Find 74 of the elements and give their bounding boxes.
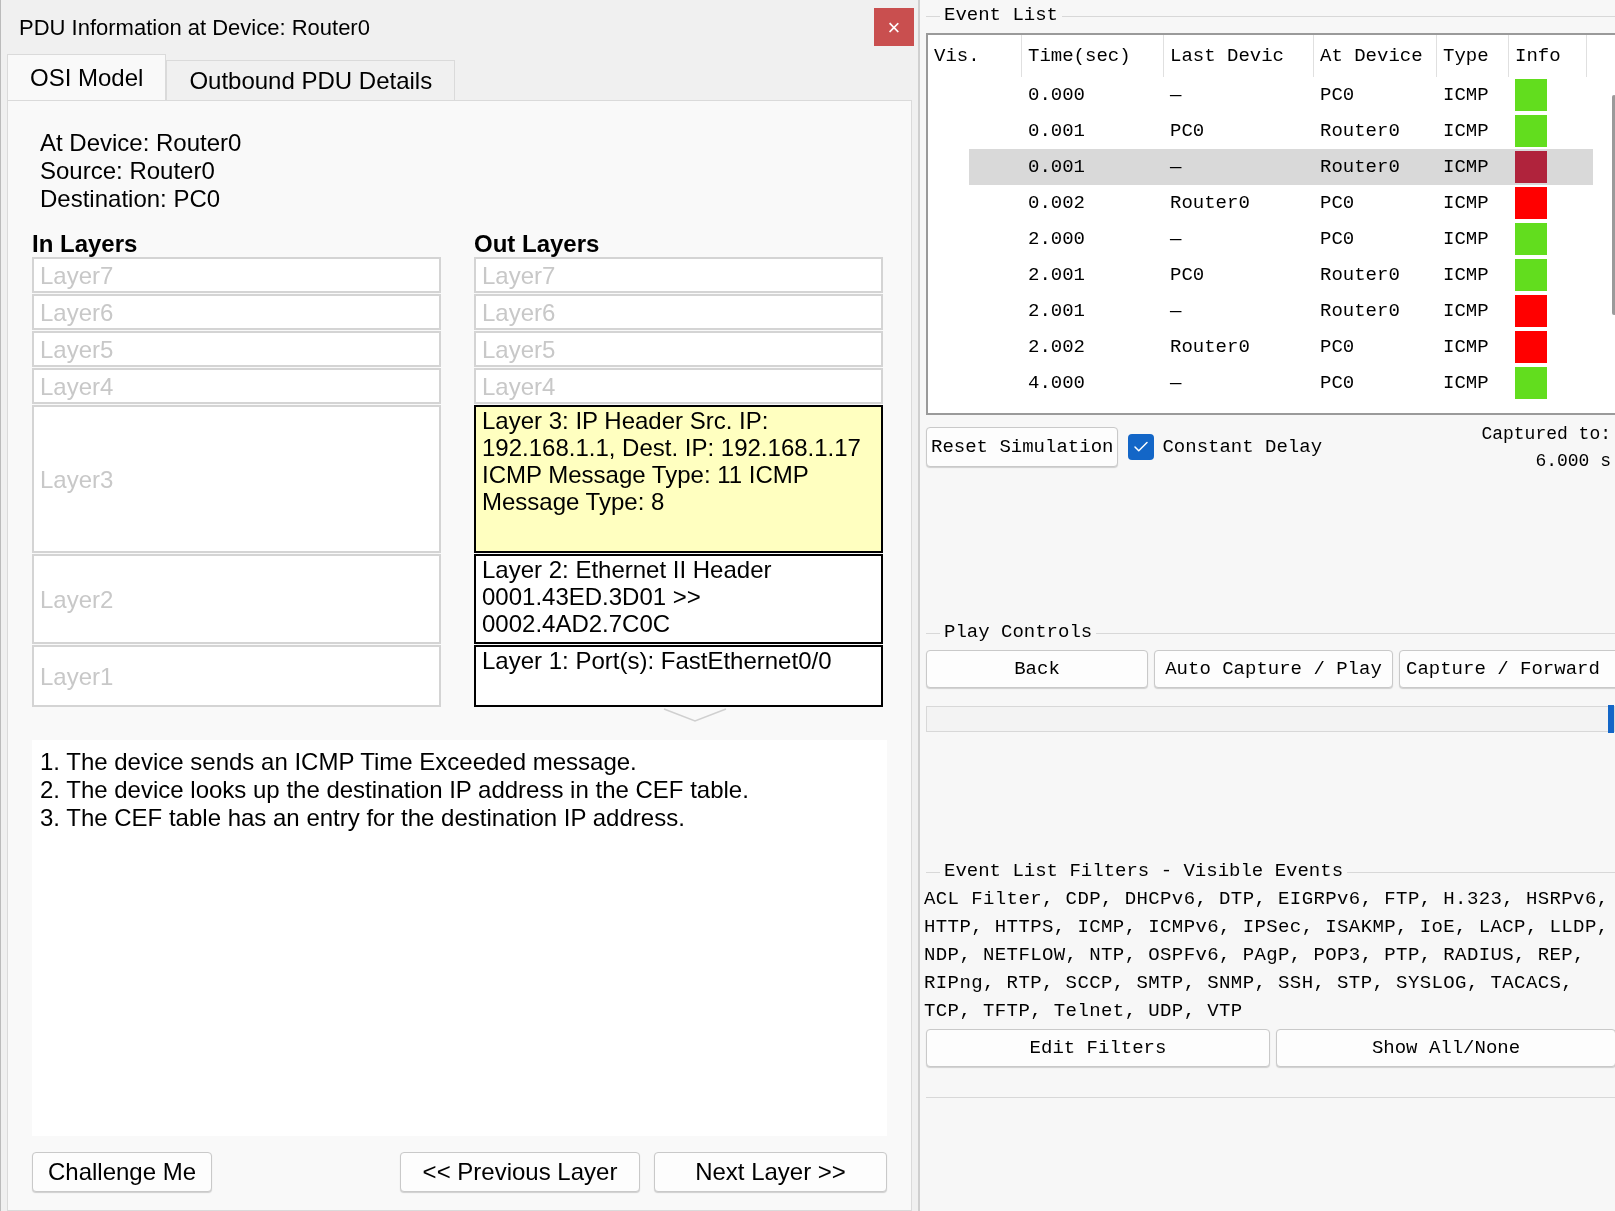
at-device-cell-text: PC0 — [1319, 82, 1356, 108]
layer-box[interactable]: Layer 2: Ethernet II Header 0001.43ED.3D01 >> 0002.4AD2.7C0C — [474, 554, 883, 644]
layer-box[interactable]: Layer 1: Port(s): FastEthernet0/0 — [474, 645, 883, 707]
chevron-down-icon — [663, 708, 727, 722]
type-cell-text: ICMP — [1442, 262, 1490, 288]
time-cell-text: 2.000 — [1027, 226, 1086, 252]
device-info-text: At Device: Router0 — [40, 129, 243, 157]
time-cell-text: 2.001 — [1027, 262, 1086, 288]
at-device-cell-text: Router0 — [1319, 118, 1401, 144]
device-info-text: Destination: PC0 — [40, 185, 222, 213]
captured-time-text: Captured to: — [1481, 423, 1611, 446]
dialog-button[interactable]: Next Layer >> — [654, 1152, 887, 1192]
time-cell-text: 0.001 — [1027, 154, 1086, 180]
slider-thumb[interactable] — [1608, 705, 1614, 733]
type-cell-text: ICMP — [1442, 82, 1490, 108]
time-cell-text: 2.002 — [1027, 334, 1086, 360]
type-cell-text: ICMP — [1442, 298, 1490, 324]
last-device-cell-text: Router0 — [1169, 334, 1251, 360]
filter-button[interactable]: Edit Filters — [926, 1029, 1270, 1067]
filter-list-text: NDP, NETFLOW, NTP, OSPFv6, PAgP, POP3, PTP, RADIUS, REP, — [924, 943, 1586, 968]
type-cell-text: ICMP — [1442, 226, 1490, 252]
explanation-text: 3. The CEF table has an entry for the destination IP address. — [40, 804, 686, 832]
speed-slider[interactable] — [926, 706, 1615, 732]
checkbox-label: Constant Delay — [1162, 435, 1323, 460]
filter-list-text: ACL Filter, CDP, DHCPv6, DTP, EIGRPv6, FTP, H.323, HSRPv6, — [924, 887, 1610, 912]
type-cell-text: ICMP — [1442, 154, 1490, 180]
type-cell-text: ICMP — [1442, 118, 1490, 144]
last-device-cell-text: PC0 — [1169, 262, 1206, 288]
type-cell-text: ICMP — [1442, 370, 1490, 396]
at-device-cell-text: PC0 — [1319, 226, 1356, 252]
at-device-cell-text: PC0 — [1319, 370, 1356, 396]
last-device-cell-text: — — [1169, 370, 1183, 396]
at-device-cell-text: PC0 — [1319, 190, 1356, 216]
explanation-text: 2. The device looks up the destination IP address in the CEF table. — [40, 776, 750, 804]
filter-list-text: HTTP, HTTPS, ICMP, ICMPv6, IPSec, ISAKMP, IoE, LACP, LLDP, — [924, 915, 1610, 940]
type-cell-text: ICMP — [1442, 334, 1490, 360]
time-cell-text: 4.000 — [1027, 370, 1086, 396]
filter-list-text: RIPng, RTP, SCCP, SMTP, SNMP, SSH, STP, SYSLOG, TACACS, — [924, 971, 1575, 996]
checkbox[interactable] — [1128, 434, 1155, 461]
time-cell-text: 2.001 — [1027, 298, 1086, 324]
captured-time-text: 6.000 s — [1535, 450, 1611, 473]
window-title: PDU Information at Device: Router0 — [19, 13, 370, 42]
play-control-button[interactable]: Capture / Forward — [1399, 650, 1615, 688]
layer-box[interactable]: Layer 3: IP Header Src. IP: 192.168.1.1, Dest. IP: 192.168.1.17 ICMP Message Type: 11 ICMP Message Type: 8 — [474, 405, 883, 553]
last-device-cell-text: PC0 — [1169, 118, 1206, 144]
at-device-cell-text: Router0 — [1319, 154, 1401, 180]
last-device-cell-text: — — [1169, 226, 1183, 252]
at-device-cell-text: Router0 — [1319, 298, 1401, 324]
filter-button[interactable]: Show All/None — [1276, 1029, 1615, 1067]
last-device-cell-text: — — [1169, 154, 1183, 180]
last-device-cell-text: — — [1169, 298, 1183, 324]
dialog-button[interactable]: Challenge Me — [32, 1152, 212, 1192]
dialog-button[interactable]: << Previous Layer — [400, 1152, 640, 1192]
at-device-cell-text: PC0 — [1319, 334, 1356, 360]
type-cell-text: ICMP — [1442, 190, 1490, 216]
filter-list-text: TCP, TFTP, Telnet, UDP, VTP — [924, 999, 1244, 1024]
column-heading: In Layers — [32, 231, 139, 257]
scrollbar-thumb[interactable] — [1612, 95, 1615, 315]
time-cell-text: 0.000 — [1027, 82, 1086, 108]
explanation-text: 1. The device sends an ICMP Time Exceeded message. — [40, 748, 638, 776]
last-device-cell-text: Router0 — [1169, 190, 1251, 216]
play-control-button[interactable]: Auto Capture / Play — [1154, 650, 1393, 688]
reset-simulation-button[interactable]: Reset Simulation — [926, 427, 1119, 467]
close-button[interactable]: × — [874, 8, 914, 46]
tab[interactable]: OSI Model — [7, 54, 167, 100]
column-heading: Out Layers — [474, 231, 601, 257]
tab[interactable]: Outbound PDU Details — [166, 60, 456, 100]
play-control-button[interactable]: Back — [926, 650, 1148, 688]
device-info-text: Source: Router0 — [40, 157, 216, 185]
time-cell-text: 0.002 — [1027, 190, 1086, 216]
event-row[interactable]: 0.001 — Router0 ICMP — [969, 149, 1593, 185]
last-device-cell-text: — — [1169, 82, 1183, 108]
at-device-cell-text: Router0 — [1319, 262, 1401, 288]
time-cell-text: 0.001 — [1027, 118, 1086, 144]
